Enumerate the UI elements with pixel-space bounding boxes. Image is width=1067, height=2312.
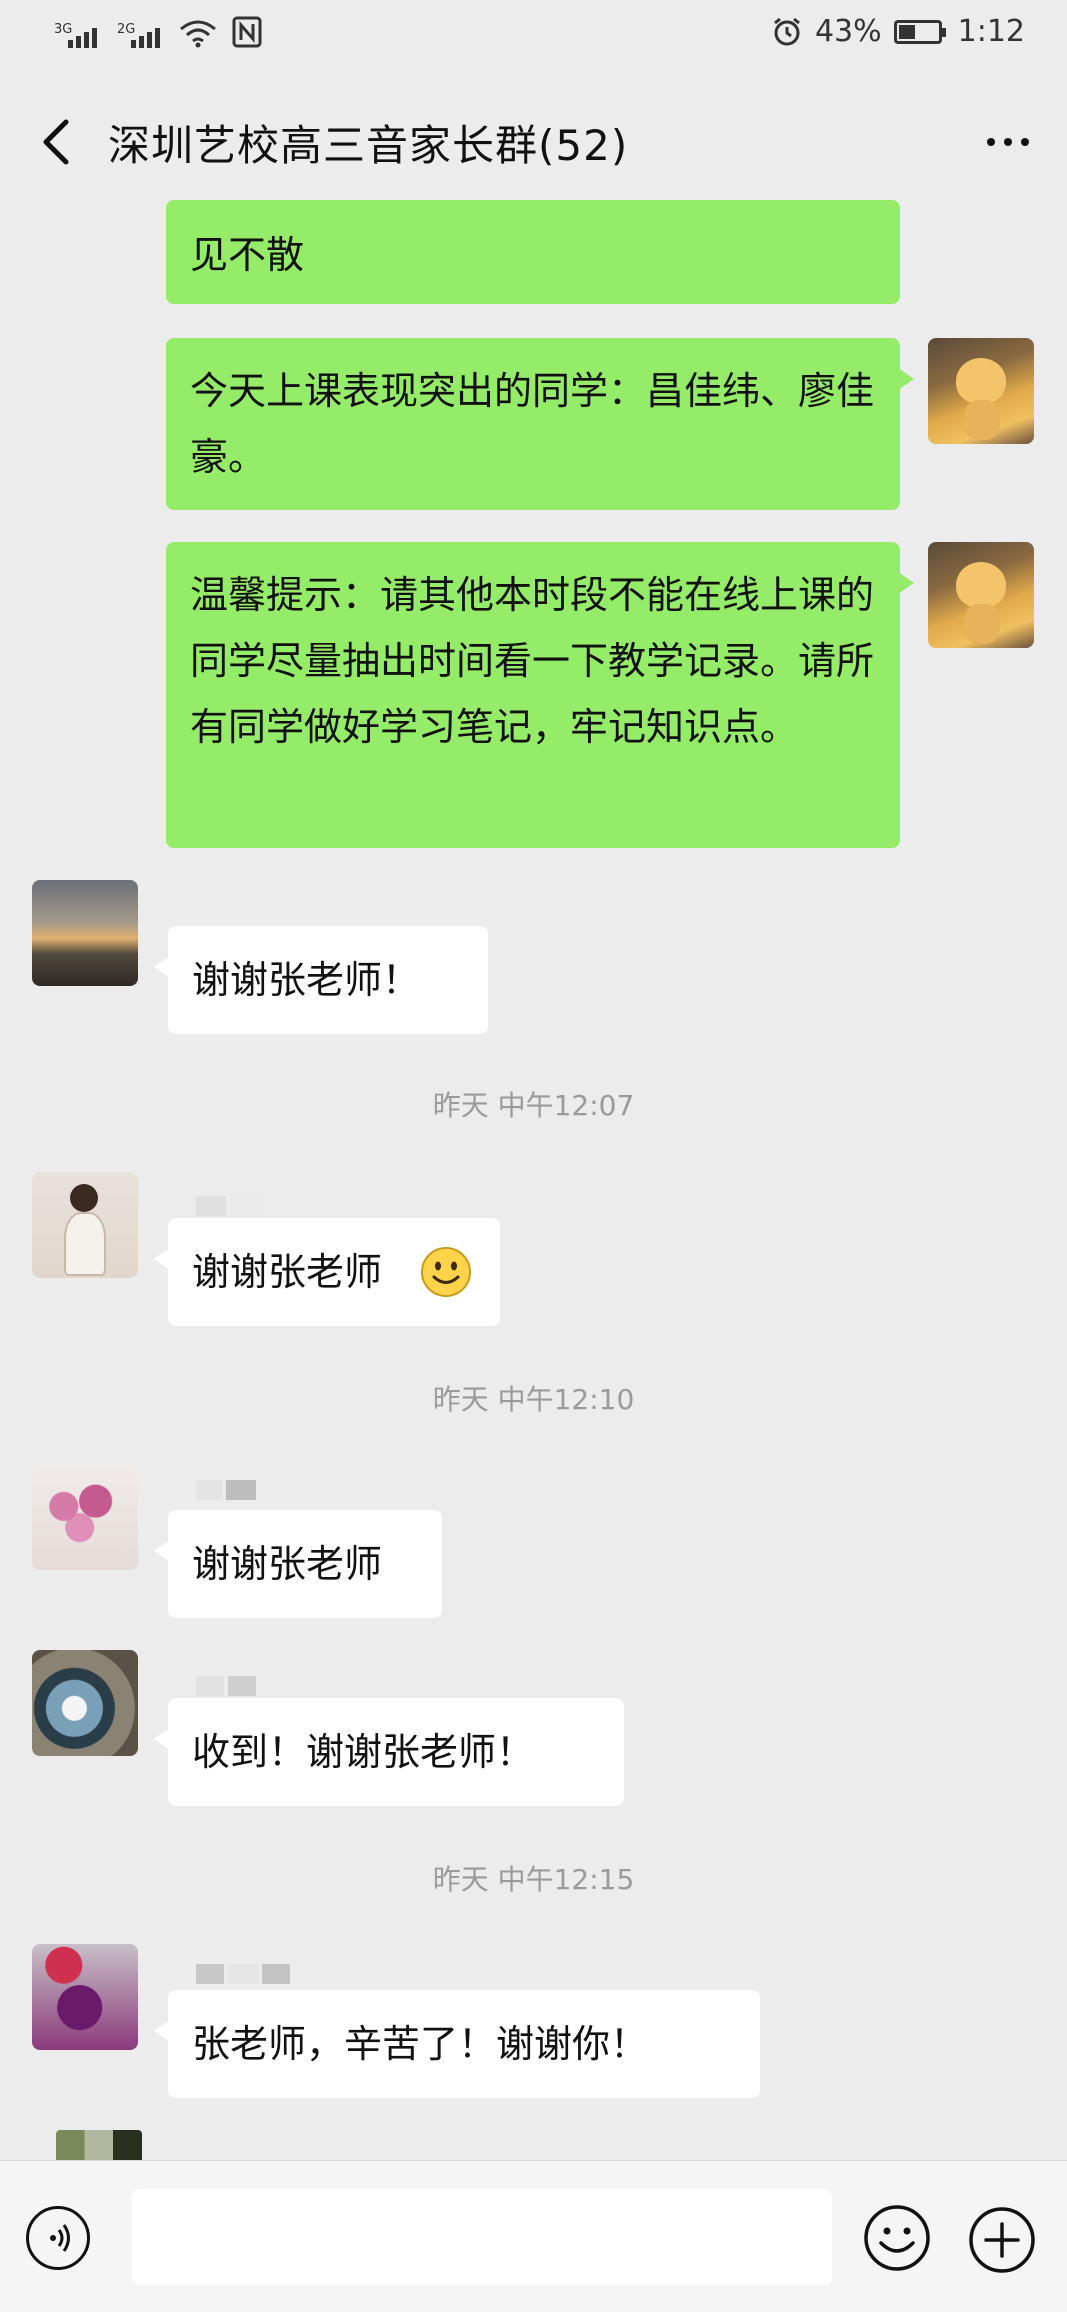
message-bubble-sent[interactable]: 今天上课表现突出的同学：昌佳纬、廖佳豪。 [166,338,914,510]
nfc-icon [232,16,262,48]
message-text: 见不散 [190,233,305,277]
sender-name-blurred [196,1676,260,1696]
avatar-member[interactable] [32,1944,138,2050]
message-text: 谢谢张老师 [192,1250,383,1294]
alarm-icon [774,17,800,45]
message-text: 张老师，辛苦了！谢谢你！ [192,2022,649,2066]
status-bar: 3G 2G 43% 1:12 [0,0,1067,72]
chat-title: 深圳艺校高三音家长群(52) [108,121,629,170]
message-bubble-received[interactable]: 收到！谢谢张老师！ [154,1698,624,1806]
sender-name-blurred [196,1196,268,1216]
signal-icon-1: 3G [54,22,97,48]
plus-icon[interactable] [968,2206,1036,2274]
timestamp: 昨天 中午12:15 [432,1863,635,1896]
avatar-self[interactable] [928,542,1034,648]
chevron-left-icon[interactable] [34,114,84,170]
network-type-2: 2G [117,22,136,37]
avatar-member[interactable] [56,2130,142,2160]
status-left: 3G 2G [54,16,262,48]
message-text: 温馨提示：请其他本时段不能在线上课的同学尽量抽出时间看一下教学记录。请所有同学做… [190,573,875,749]
cropped-text [190,200,870,208]
status-right: 43% 1:12 [771,14,1025,49]
message-bubble-received[interactable]: 谢谢张老师 [154,1218,500,1326]
chat-header: 深圳艺校高三音家长群(52) [0,90,1067,190]
message-bubble-sent[interactable]: 温馨提示：请其他本时段不能在线上课的同学尽量抽出时间看一下教学记录。请所有同学做… [166,542,914,848]
avatar-self[interactable] [928,338,1034,444]
message-text: 收到！谢谢张老师！ [192,1730,535,1774]
battery-fill [898,24,915,39]
network-type-1: 3G [54,22,73,37]
timestamp: 昨天 中午12:07 [432,1089,635,1122]
battery-percent: 43% [814,14,882,49]
smile-emoji-icon [421,1247,471,1297]
message-text: 谢谢张老师 [192,1542,383,1586]
signal-icon-2: 2G [117,22,160,48]
message-text: 谢谢张老师！ [192,958,421,1002]
message-bubble-received[interactable]: 张老师，辛苦了！谢谢你！ [154,1990,760,2098]
more-dots-icon[interactable] [987,138,1029,146]
avatar-member[interactable] [32,880,138,986]
sender-name-blurred [196,1964,294,1984]
avatar-member[interactable] [32,1650,138,1756]
message-text: 今天上课表现突出的同学：昌佳纬、廖佳豪。 [190,369,875,479]
battery-icon [893,19,946,44]
wifi-icon [180,20,216,48]
message-bubble-sent[interactable]: 见不散 [166,200,900,304]
message-input[interactable] [132,2189,832,2285]
timestamp: 昨天 中午12:10 [432,1383,635,1416]
sender-name-blurred [196,1480,260,1500]
smiley-icon[interactable] [862,2203,932,2273]
avatar-member[interactable] [32,1172,138,1278]
message-bubble-received[interactable]: 谢谢张老师！ [154,926,488,1034]
voice-icon[interactable] [26,2206,90,2270]
message-bubble-received[interactable]: 谢谢张老师 [154,1510,442,1618]
input-bar [0,2160,1067,2312]
avatar-member[interactable] [32,1464,138,1570]
clock: 1:12 [957,14,1025,49]
